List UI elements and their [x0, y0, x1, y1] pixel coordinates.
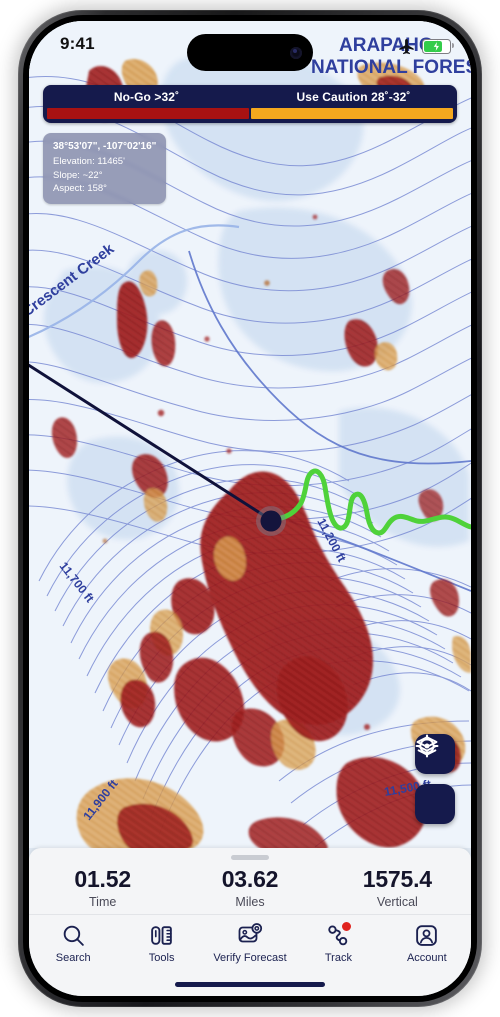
slope-angle-legend: No-Go >32˚ Use Caution 28˚-32˚	[43, 85, 457, 123]
info-coordinates: 38°53'07", -107°02'16"	[53, 141, 157, 152]
stat-time-value: 01.52	[74, 866, 131, 892]
verify-forecast-icon-wrap	[237, 922, 263, 948]
info-slope: Slope: ~22°	[53, 169, 103, 181]
info-elevation: Elevation: 11465'	[53, 156, 125, 168]
info-aspect: Aspect: 158°	[53, 183, 107, 195]
tab-verify-forecast[interactable]: Verify Forecast	[206, 922, 294, 964]
tab-verify-forecast-label: Verify Forecast	[213, 952, 287, 964]
tab-search-label: Search	[55, 952, 91, 964]
legend-no-go-label: No-Go >32˚	[113, 89, 180, 104]
locate-button[interactable]	[415, 734, 455, 824]
track-notification-badge	[340, 921, 352, 932]
dynamic-island	[187, 34, 313, 71]
legend-caution-label: Use Caution 28˚-32˚	[296, 89, 411, 104]
point-info-panel: 38°53'07", -107°02'16" Elevation: 11465'…	[43, 133, 167, 204]
verify-forecast-icon	[238, 923, 263, 943]
stat-miles-label: Miles	[235, 895, 265, 909]
legend-caution-swatch	[251, 108, 453, 119]
locate-crosshair-icon	[415, 734, 439, 758]
tools-icon-wrap	[149, 922, 174, 948]
stat-miles: 03.62 Miles	[176, 866, 323, 909]
battery-icon	[422, 39, 454, 54]
map-canvas[interactable]: ARAPAHO NATIONAL FOREST Crescent Creek 1…	[29, 21, 471, 848]
stat-miles-value: 03.62	[221, 866, 279, 892]
tools-icon	[151, 925, 172, 945]
account-icon-wrap	[414, 922, 439, 948]
track-icon-wrap	[326, 921, 352, 948]
waypoint-marker	[260, 510, 282, 532]
home-indicator[interactable]	[175, 982, 325, 987]
search-icon-wrap	[61, 922, 86, 948]
stat-vertical-value: 1575.4	[362, 866, 432, 892]
stat-time: 01.52 Time	[29, 866, 176, 909]
status-clock: 9:41	[60, 34, 95, 53]
tab-track[interactable]: Track	[294, 921, 382, 964]
phone-screen: ARAPAHO NATIONAL FOREST Crescent Creek 1…	[29, 21, 471, 996]
stat-time-label: Time	[89, 895, 117, 909]
airplane-mode-icon	[399, 39, 414, 55]
sheet-drag-handle[interactable]	[231, 855, 269, 860]
tab-tools-label: Tools	[148, 952, 175, 964]
tab-tools[interactable]: Tools	[117, 922, 205, 964]
charging-bolt-icon	[432, 40, 441, 53]
tab-search[interactable]: Search	[29, 922, 117, 964]
front-camera-lens	[290, 46, 302, 59]
tab-account-label: Account	[406, 952, 447, 964]
legend-no-go-swatch	[47, 108, 249, 119]
status-indicators	[397, 37, 454, 56]
tab-track-label: Track	[324, 952, 352, 964]
tab-account[interactable]: Account	[383, 922, 471, 964]
stat-vertical: 1575.4 Vertical	[324, 866, 471, 909]
account-person-icon	[416, 924, 438, 946]
screenshot-root: ARAPAHO NATIONAL FOREST Crescent Creek 1…	[0, 0, 500, 1017]
search-icon	[63, 925, 84, 946]
stat-vertical-label: Vertical	[376, 895, 418, 909]
map-controls	[415, 734, 455, 824]
bottom-sheet[interactable]: 01.52 Time 03.62 Miles 1575.4 Vertical S…	[29, 848, 471, 996]
